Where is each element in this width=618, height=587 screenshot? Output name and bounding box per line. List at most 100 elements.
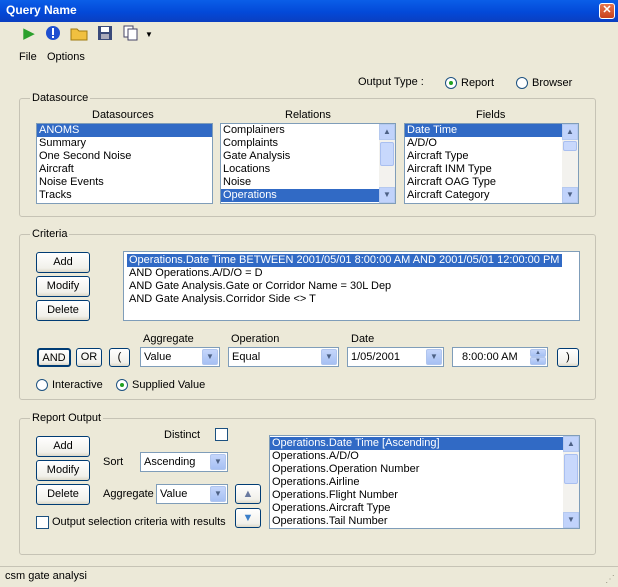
close-icon: ✕ [602,4,612,16]
list-item[interactable]: Operations.A/D/O [270,450,579,463]
resize-grip-icon[interactable]: ⋰ [605,574,615,585]
scroll-up-icon[interactable]: ▲ [562,124,578,140]
operation-select[interactable]: Equal ▼ [228,347,339,367]
list-item[interactable]: Complaints [221,137,395,150]
chevron-down-icon[interactable]: ▼ [210,454,226,470]
output-criteria-label: Output selection criteria with results [52,516,226,528]
save-icon[interactable] [96,24,114,42]
combo-value: Equal [232,351,261,363]
date-picker[interactable]: 1/05/2001 ▼ [347,347,444,367]
list-item[interactable]: Noise [221,176,395,189]
report-aggregate-label: Aggregate [103,488,154,500]
triangle-up-icon: ▲ [242,488,254,500]
sort-select[interactable]: Ascending ▼ [140,452,228,472]
criteria-line[interactable]: AND Operations.A/D/O = D [127,267,576,280]
move-down-button[interactable]: ▼ [235,508,261,528]
chevron-down-icon[interactable]: ▼ [321,349,337,365]
combo-value: Ascending [144,456,196,468]
scroll-thumb[interactable] [563,141,577,151]
list-item[interactable]: A/D/O [405,137,578,150]
list-item[interactable]: Operations.Flight Number [270,489,579,502]
scroll-up-icon[interactable]: ▲ [563,436,579,452]
list-item[interactable]: Summary [37,137,212,150]
chevron-down-icon[interactable]: ▼ [426,349,442,365]
supplied-value-radio[interactable] [116,379,128,391]
list-item[interactable]: Aircraft OAG Type [405,176,578,189]
time-picker[interactable]: 8:00:00 AM ▲ ▼ [452,347,548,367]
list-item[interactable]: Aircraft Category [405,189,578,202]
run-icon[interactable]: ▶ [20,24,38,42]
open-folder-icon[interactable] [70,24,88,42]
scroll-down-icon[interactable]: ▼ [379,187,395,203]
relations-scrollbar[interactable]: ▲ ▼ [379,124,395,203]
scroll-thumb[interactable] [380,142,394,166]
dropdown-arrow-icon[interactable]: ▼ [145,30,153,39]
interactive-radio[interactable] [36,379,48,391]
list-item[interactable]: Aircraft Type [405,150,578,163]
close-paren-button[interactable]: ) [557,348,579,367]
menu-options[interactable]: Options [47,51,85,63]
criteria-aggregate-select[interactable]: Value ▼ [140,347,220,367]
distinct-checkbox[interactable] [215,428,228,441]
copy-icon[interactable] [122,24,140,42]
report-fields-list[interactable]: Operations.Date Time [Ascending] Operati… [269,435,580,529]
scroll-down-icon[interactable]: ▼ [562,187,578,203]
list-item[interactable]: Gate Analysis [221,150,395,163]
menu-file[interactable]: File [19,51,37,63]
criteria-line[interactable]: Operations.Date Time BETWEEN 2001/05/01 … [127,254,563,267]
output-criteria-checkbox[interactable] [36,516,49,529]
list-item[interactable]: Operations.Tail Number [270,515,579,528]
criteria-line[interactable]: AND Gate Analysis.Corridor Side <> T [127,293,576,306]
criteria-delete-button[interactable]: Delete [36,300,90,321]
criteria-list[interactable]: Operations.Date Time BETWEEN 2001/05/01 … [123,251,580,321]
combo-value: Value [144,351,172,363]
criteria-modify-button[interactable]: Modify [36,276,90,297]
scroll-up-icon[interactable]: ▲ [379,124,395,140]
list-item[interactable]: Operations [221,189,379,202]
report-radio[interactable] [445,77,457,89]
open-paren-button[interactable]: ( [109,348,130,367]
list-item[interactable]: Date Time [405,124,562,137]
fields-scrollbar[interactable]: ▲ ▼ [562,124,578,203]
chevron-down-icon[interactable]: ▼ [210,486,226,502]
fields-list[interactable]: Date Time A/D/O Aircraft Type Aircraft I… [404,123,579,204]
browser-radio-label: Browser [532,77,573,89]
list-item[interactable]: Locations [221,163,395,176]
chevron-down-icon[interactable]: ▼ [202,349,218,365]
scroll-thumb[interactable] [564,454,578,484]
move-up-button[interactable]: ▲ [235,484,261,504]
datasources-list[interactable]: ANOMS Summary One Second Noise Aircraft … [36,123,213,204]
report-delete-button[interactable]: Delete [36,484,90,505]
report-modify-button[interactable]: Modify [36,460,90,481]
list-item[interactable]: Aircraft INM Type [405,163,578,176]
close-button[interactable]: ✕ [599,3,615,19]
datasources-header: Datasources [92,109,154,121]
list-item[interactable]: Operations.Operation Number [270,463,579,476]
or-button[interactable]: OR [76,348,102,367]
and-button[interactable]: AND [37,348,71,367]
report-radio-label: Report [461,77,495,89]
alert-icon[interactable] [44,24,62,42]
status-bar: csm gate analysi [0,566,618,587]
list-item[interactable]: Aircraft [37,163,212,176]
report-aggregate-select[interactable]: Value ▼ [156,484,228,504]
browser-radio[interactable] [516,77,528,89]
relations-list[interactable]: Complainers Complaints Gate Analysis Loc… [220,123,396,204]
report-fields-scrollbar[interactable]: ▲ ▼ [563,436,579,528]
list-item[interactable]: Operations.Date Time [Ascending] [270,437,563,450]
list-item[interactable]: Operations.Aircraft Type [270,502,579,515]
list-item[interactable]: ANOMS [37,124,212,137]
list-item[interactable]: Complainers [221,124,395,137]
spin-down-icon[interactable]: ▼ [530,357,546,365]
list-item[interactable]: One Second Noise [37,150,212,163]
criteria-add-button[interactable]: Add [36,252,90,273]
spin-up-icon[interactable]: ▲ [530,349,546,357]
criteria-line[interactable]: AND Gate Analysis.Gate or Corridor Name … [127,280,576,293]
combo-value: Value [160,488,188,500]
report-add-button[interactable]: Add [36,436,90,457]
combo-value: 8:00:00 AM [462,351,518,363]
list-item[interactable]: Operations.Airline [270,476,579,489]
scroll-down-icon[interactable]: ▼ [563,512,579,528]
list-item[interactable]: Noise Events [37,176,212,189]
list-item[interactable]: Tracks [37,189,212,202]
